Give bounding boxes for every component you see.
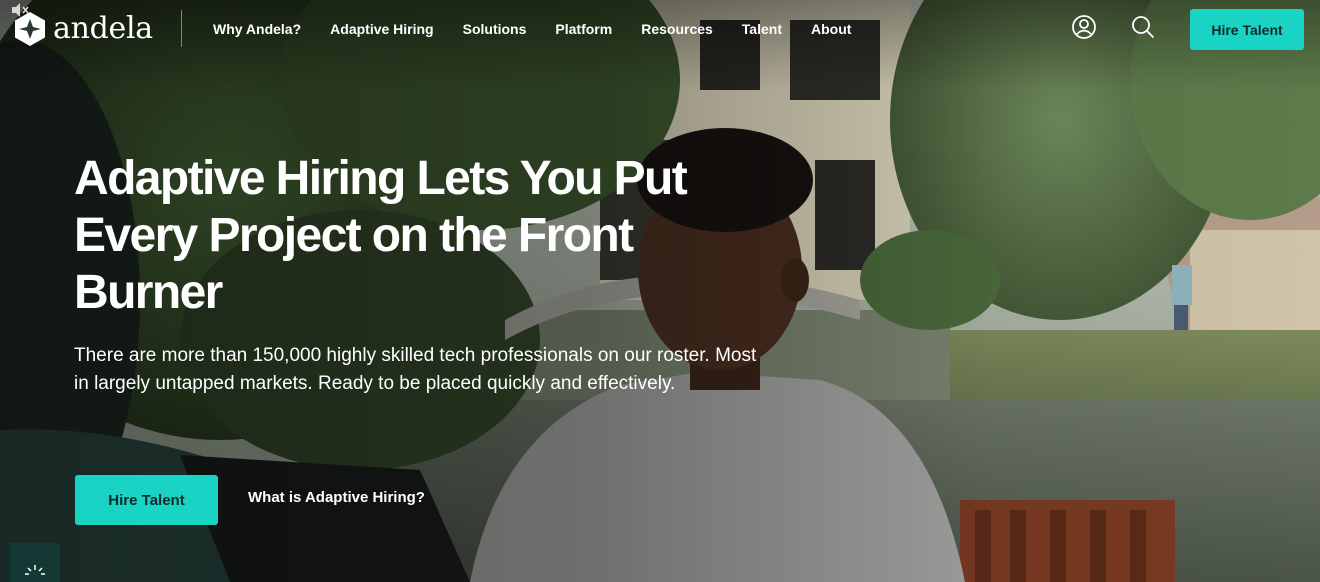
hero-hire-talent-button[interactable]: Hire Talent [75, 475, 218, 525]
site-header: andela Why Andela? Adaptive Hiring Solut… [0, 0, 1320, 58]
nav-divider [181, 10, 182, 47]
nav-item-platform[interactable]: Platform [555, 21, 612, 37]
nav-item-solutions[interactable]: Solutions [463, 21, 527, 37]
user-circle-icon[interactable] [1071, 14, 1097, 40]
main-nav: Why Andela? Adaptive Hiring Solutions Pl… [213, 18, 880, 40]
andela-logo[interactable]: andela [13, 11, 153, 47]
search-icon[interactable] [1130, 14, 1156, 40]
andela-hexagon-icon [15, 12, 45, 46]
hero-subtitle: There are more than 150,000 highly skill… [74, 345, 757, 394]
nav-item-talent[interactable]: Talent [742, 21, 782, 37]
header-hire-talent-button[interactable]: Hire Talent [1190, 9, 1304, 50]
spinner-icon [25, 565, 45, 575]
nav-item-adaptive-hiring[interactable]: Adaptive Hiring [330, 21, 433, 37]
nav-item-why-andela[interactable]: Why Andela? [213, 21, 301, 37]
what-is-adaptive-hiring-link[interactable]: What is Adaptive Hiring? [248, 489, 425, 506]
nav-item-resources[interactable]: Resources [641, 21, 713, 37]
nav-item-about[interactable]: About [811, 21, 851, 37]
logo-wordmark: andela [53, 11, 153, 46]
hero-title: Adaptive Hiring Lets You Put Every Proje… [74, 152, 688, 319]
loading-indicator [10, 543, 60, 582]
